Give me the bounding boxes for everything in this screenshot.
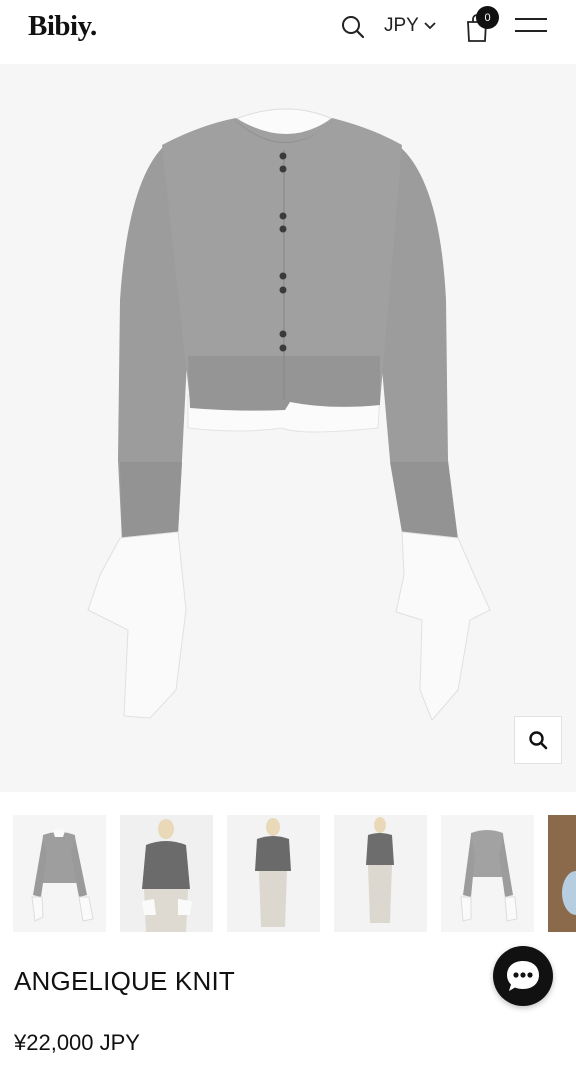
- cart-count-badge: 0: [476, 6, 499, 29]
- currency-label: JPY: [384, 15, 419, 36]
- thumb-back-flat-image: [441, 815, 534, 932]
- thumb-model-front-image: [120, 815, 213, 932]
- thumb-model-back-image: [227, 815, 320, 932]
- thumbnail-1[interactable]: [13, 815, 106, 932]
- thumb-model-full-image: [334, 815, 427, 932]
- thumbnail-5[interactable]: [441, 815, 534, 932]
- thumb-front-flat-image: [13, 815, 106, 932]
- product-price: ¥22,000 JPY: [14, 1030, 140, 1055]
- thumbnail-3[interactable]: [227, 815, 320, 932]
- cardigan-illustration: [87, 108, 491, 721]
- magnifier-zoom-icon: [529, 731, 548, 750]
- thumbnail-6[interactable]: [548, 815, 576, 932]
- currency-selector[interactable]: JPY: [384, 15, 436, 37]
- search-icon: [342, 16, 365, 39]
- thumb-detail-image: [548, 815, 576, 932]
- chevron-down-icon: [424, 22, 436, 30]
- zoom-button[interactable]: [514, 716, 562, 764]
- thumbnail-strip: [0, 815, 576, 933]
- menu-button[interactable]: [515, 14, 549, 36]
- chat-bubble-icon: [507, 961, 539, 991]
- thumbnail-2[interactable]: [120, 815, 213, 932]
- thumbnail-4[interactable]: [334, 815, 427, 932]
- main-product-image[interactable]: [0, 64, 576, 792]
- brand-logo[interactable]: Bibiy.: [28, 10, 97, 43]
- hamburger-menu-icon: [515, 18, 547, 20]
- chat-button[interactable]: [493, 946, 553, 1006]
- site-header: Bibiy. JPY 0: [0, 0, 576, 64]
- search-button[interactable]: [340, 14, 366, 40]
- product-title: ANGELIQUE KNIT: [14, 966, 235, 996]
